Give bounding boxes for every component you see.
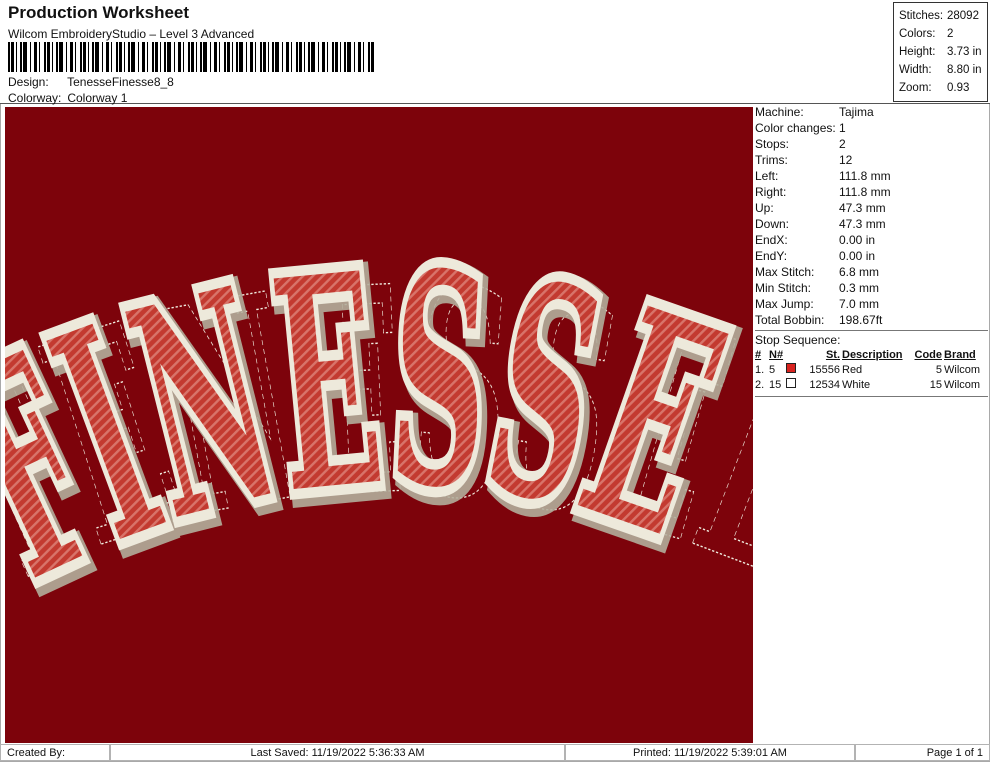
footer: Created By: Last Saved: 11/19/2022 5:36:…	[0, 744, 990, 762]
row-value: 47.3 mm	[839, 217, 886, 231]
printed-field: Printed: 11/19/2022 5:39:01 AM	[565, 744, 855, 761]
stop-row-code: 5	[935, 364, 942, 376]
design-value: TenesseFinesse8_8	[67, 75, 174, 89]
row-value: 111.8 mm	[839, 169, 891, 183]
stat-value: 28092	[947, 10, 979, 22]
row-label: Stops:	[755, 137, 790, 151]
stop-row-n: 15	[769, 379, 782, 391]
stat-label: Width:	[899, 64, 932, 76]
row-label: Color changes:	[755, 121, 836, 135]
embroidery-preview: TENESSEE FINESSE FINESSE	[5, 107, 753, 743]
panel-row: Left: 111.8 mm	[755, 168, 988, 184]
panel-row: Color changes: 1	[755, 120, 988, 136]
col-header-description: Description	[842, 349, 903, 361]
col-header-brand: Brand	[944, 349, 976, 361]
row-label: EndX:	[755, 233, 788, 247]
stop-sequence-title: Stop Sequence:	[755, 333, 841, 347]
stat-value: 2	[947, 28, 954, 40]
stat-value: 3.73 in	[947, 46, 982, 58]
design-stats-box: Stitches: 28092 Colors: 2 Height: 3.73 i…	[893, 2, 988, 102]
row-label: Left:	[755, 169, 779, 183]
panel-row: Trims: 12	[755, 152, 988, 168]
stat-label: Stitches:	[899, 10, 944, 22]
row-value: 7.0 mm	[839, 297, 880, 311]
thread-color-swatch	[786, 378, 800, 393]
panel-row: Min Stitch: 0.3 mm	[755, 280, 988, 296]
row-value: 111.8 mm	[839, 185, 891, 199]
col-header-code: Code	[914, 349, 943, 361]
stop-row-num: 1.	[755, 364, 765, 376]
panel-row: Machine: Tajima	[755, 104, 988, 120]
row-value: Tajima	[839, 105, 874, 119]
row-value: 2	[839, 137, 846, 151]
panel-row: Total Bobbin: 198.67ft	[755, 312, 988, 328]
page-number-field: Page 1 of 1	[855, 744, 990, 761]
created-by-field: Created By:	[0, 744, 110, 761]
stop-row-description: Red	[842, 364, 863, 376]
design-row: Design: TenesseFinesse8_8	[8, 75, 174, 89]
colorway-label: Colorway:	[8, 91, 62, 105]
stat-height: Height: 3.73 in	[899, 43, 982, 61]
stop-sequence-table: # N# St. Description Code Brand 1. 5 155…	[755, 348, 988, 393]
stop-row-stitches: 12534	[809, 379, 840, 391]
row-label: Max Stitch:	[755, 265, 815, 279]
row-value: 1	[839, 121, 846, 135]
stop-row-description: White	[842, 379, 871, 391]
row-label: Up:	[755, 201, 774, 215]
row-label: Total Bobbin:	[755, 313, 825, 327]
colorway-row: Colorway: Colorway 1	[8, 91, 127, 105]
stat-zoom: Zoom: 0.93	[899, 79, 982, 97]
stat-label: Zoom:	[899, 82, 932, 94]
stop-row-brand: Wilcom	[944, 364, 981, 376]
row-value: 198.67ft	[839, 313, 883, 327]
row-value: 6.8 mm	[839, 265, 880, 279]
row-label: Right:	[755, 185, 787, 199]
stat-stitches: Stitches: 28092	[899, 7, 982, 25]
panel-row: EndX: 0.00 in	[755, 232, 988, 248]
stat-value: 0.93	[947, 82, 970, 94]
embroidery-art: TENESSEE FINESSE FINESSE	[5, 107, 753, 743]
app-subtitle: Wilcom EmbroideryStudio – Level 3 Advanc…	[8, 27, 255, 41]
stop-sequence-section: Stop Sequence: # N# St. Description Code…	[755, 330, 988, 397]
last-saved-field: Last Saved: 11/19/2022 5:36:33 AM	[110, 744, 565, 761]
stat-colors: Colors: 2	[899, 25, 982, 43]
col-header-n: N#	[769, 349, 784, 361]
stop-row-code: 15	[929, 379, 942, 391]
thread-color-swatch	[786, 363, 800, 378]
panel-row: Up: 47.3 mm	[755, 200, 988, 216]
panel-row: Max Stitch: 6.8 mm	[755, 264, 988, 280]
row-label: Min Stitch:	[755, 281, 812, 295]
row-value: 12	[839, 153, 853, 167]
stop-row-n: 5	[769, 364, 776, 376]
stat-label: Height:	[899, 46, 936, 58]
row-label: Machine:	[755, 105, 804, 119]
row-value: 0.00 in	[839, 249, 876, 263]
panel-row: Right: 111.8 mm	[755, 184, 988, 200]
stat-width: Width: 8.80 in	[899, 61, 982, 79]
colorway-value: Colorway 1	[67, 91, 128, 105]
col-header-st: St.	[825, 349, 840, 361]
row-label: Max Jump:	[755, 297, 814, 311]
row-label: Down:	[755, 217, 790, 231]
barcode	[8, 42, 376, 72]
stat-label: Colors:	[899, 28, 936, 40]
page-title: Production Worksheet	[8, 3, 190, 22]
row-label: EndY:	[755, 249, 788, 263]
row-value: 0.3 mm	[839, 281, 880, 295]
col-header-num: #	[755, 349, 762, 361]
stop-row-stitches: 15556	[809, 364, 840, 376]
panel-row: EndY: 0.00 in	[755, 248, 988, 264]
header: Production Worksheet Wilcom EmbroiderySt…	[0, 0, 990, 105]
design-label: Design:	[8, 75, 49, 89]
machine-panel: Machine: Tajima Color changes: 1 Stops: 2 T…	[755, 104, 988, 328]
stop-row-num: 2.	[755, 379, 765, 391]
panel-row: Max Jump: 7.0 mm	[755, 296, 988, 312]
row-label: Trims:	[755, 153, 788, 167]
row-value: 0.00 in	[839, 233, 876, 247]
panel-row: Down: 47.3 mm	[755, 216, 988, 232]
stat-value: 8.80 in	[947, 64, 982, 76]
stop-row-brand: Wilcom	[944, 379, 981, 391]
panel-row: Stops: 2	[755, 136, 988, 152]
row-value: 47.3 mm	[839, 201, 886, 215]
